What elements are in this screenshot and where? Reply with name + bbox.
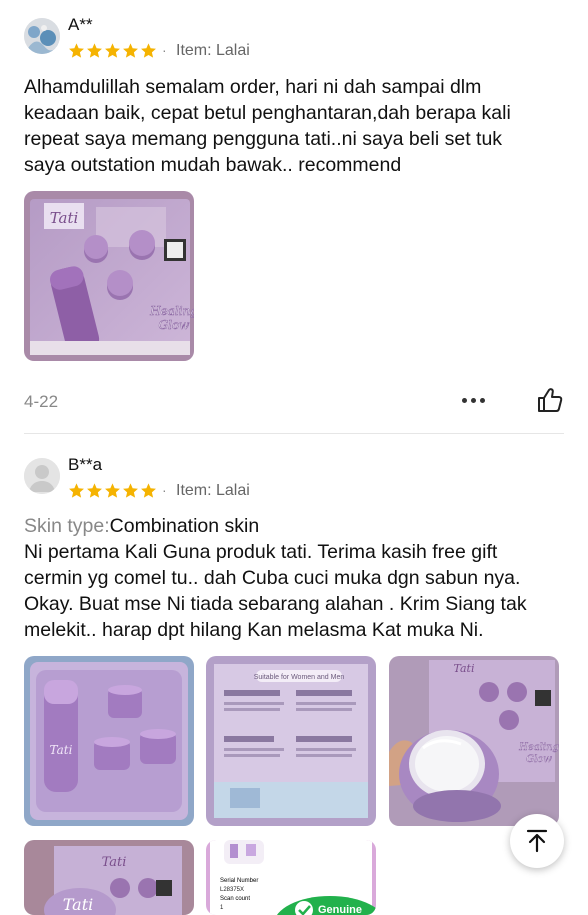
review-photo[interactable]: Tati Tati bbox=[24, 840, 194, 915]
star-icon bbox=[86, 482, 103, 499]
star-icon bbox=[68, 42, 85, 59]
separator-dot: · bbox=[162, 42, 167, 58]
star-rating bbox=[68, 482, 157, 499]
reviewer-name: A** bbox=[68, 15, 93, 34]
star-icon bbox=[140, 42, 157, 59]
box-header-text: Suitable for Women and Men bbox=[254, 674, 345, 681]
review-text: Alhamdulillah semalam order, hari ni dah… bbox=[24, 76, 511, 176]
serial-number-value: L28375X bbox=[220, 887, 244, 893]
thumbs-up-icon[interactable] bbox=[536, 386, 564, 419]
star-icon bbox=[86, 42, 103, 59]
review-text: Ni pertama Kali Guna produk tati. Terima… bbox=[24, 541, 527, 641]
star-rating bbox=[68, 42, 157, 59]
scan-count-label: Scan count bbox=[220, 896, 250, 902]
review-photo[interactable]: Tati bbox=[24, 656, 194, 826]
skin-type-line: Skin type:Combination skin bbox=[24, 513, 259, 539]
scroll-to-top-button[interactable] bbox=[510, 814, 564, 868]
serial-number-label: Serial Number bbox=[220, 878, 258, 884]
review-photo[interactable]: Tati Healing Glow bbox=[24, 191, 194, 361]
svg-text:Tati: Tati bbox=[102, 855, 127, 870]
arrow-up-to-top-icon bbox=[526, 829, 548, 853]
star-icon bbox=[104, 482, 121, 499]
review-photo[interactable]: Serial Number L28375X Scan count 1 Genui… bbox=[206, 840, 376, 915]
skin-type-value: Combination skin bbox=[109, 515, 260, 537]
svg-text:Glow: Glow bbox=[159, 318, 191, 332]
star-icon bbox=[68, 482, 85, 499]
svg-text:Healing: Healing bbox=[518, 742, 559, 753]
genuine-label: Genuine bbox=[318, 904, 362, 915]
item-variant: Item: Lalai bbox=[176, 42, 250, 59]
review-card: B**a · Item: Lalai Skin type:Combination… bbox=[0, 434, 588, 915]
review-photo[interactable]: Suitable for Women and Men bbox=[206, 656, 376, 826]
review-card: A** · Item: Lalai Alhamdulillah semalam … bbox=[0, 0, 588, 434]
star-icon bbox=[122, 482, 139, 499]
skin-type-label: Skin type: bbox=[24, 515, 110, 537]
star-icon bbox=[104, 42, 121, 59]
item-variant: Item: Lalai bbox=[176, 482, 250, 499]
svg-text:Glow: Glow bbox=[526, 754, 552, 765]
review-photo[interactable]: Tati Healing Glow bbox=[389, 656, 559, 826]
star-icon bbox=[122, 42, 139, 59]
separator-dot: · bbox=[162, 482, 167, 498]
svg-text:Tati: Tati bbox=[50, 743, 73, 757]
star-icon bbox=[140, 482, 157, 499]
svg-text:Tati: Tati bbox=[454, 662, 475, 675]
svg-text:Tati: Tati bbox=[63, 895, 94, 914]
review-date: 4-22 bbox=[24, 392, 59, 411]
ellipsis-icon[interactable] bbox=[462, 398, 485, 403]
brand-logo-text: Tati bbox=[50, 209, 79, 227]
healing-glow-badge-text: Healing bbox=[149, 304, 194, 318]
reviewer-name: B**a bbox=[68, 455, 103, 474]
avatar[interactable] bbox=[24, 18, 60, 54]
avatar[interactable] bbox=[24, 458, 60, 494]
